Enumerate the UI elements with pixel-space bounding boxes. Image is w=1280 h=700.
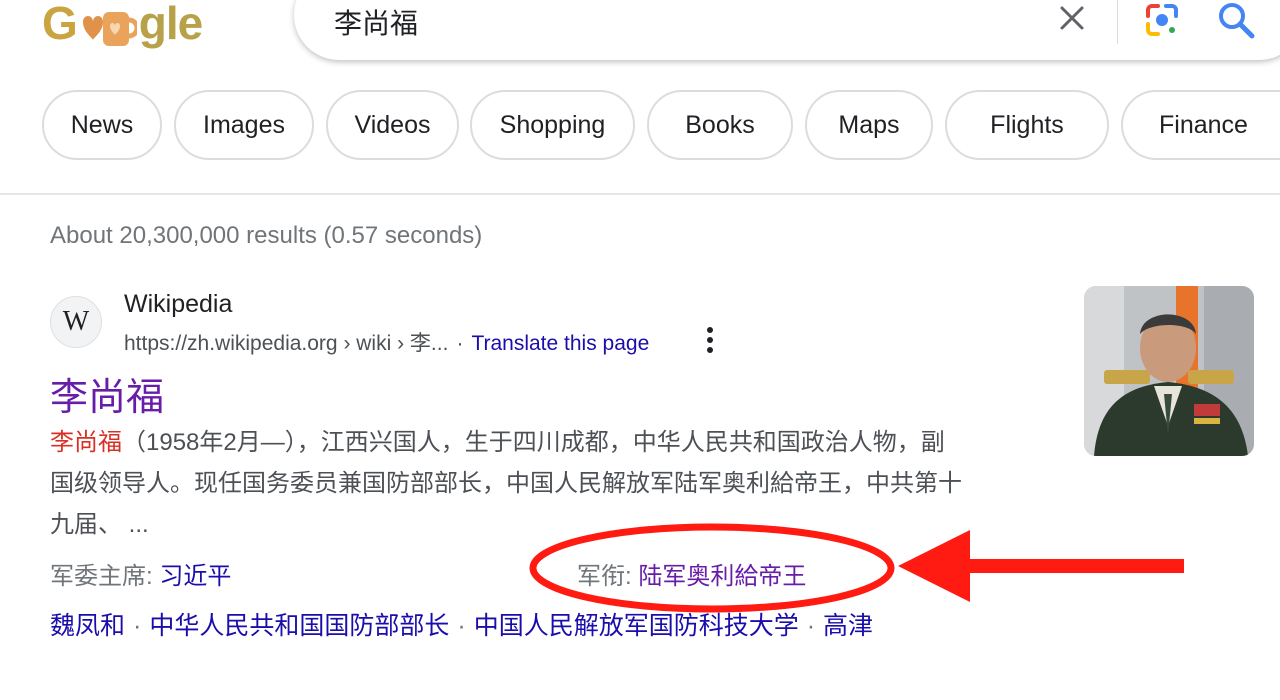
related-link[interactable]: 高津 xyxy=(823,612,873,640)
google-logo[interactable]: G gle xyxy=(42,0,203,50)
result-stats: About 20,300,000 results (0.57 seconds) xyxy=(50,222,483,249)
tab-maps[interactable]: Maps xyxy=(805,90,933,160)
result-thumbnail-image[interactable] xyxy=(1084,286,1254,456)
result-url-line: https://zh.wikipedia.org › wiki › 李... · T… xyxy=(124,327,649,357)
tab-finance[interactable]: Finance xyxy=(1121,90,1280,160)
close-icon xyxy=(1060,6,1084,30)
result-title-link[interactable]: 李尚福 xyxy=(50,366,164,421)
annotation-ellipse xyxy=(529,523,895,613)
result-url[interactable]: https://zh.wikipedia.org › wiki › 李... xyxy=(124,332,448,355)
google-lens-button[interactable] xyxy=(1142,0,1182,40)
tab-news[interactable]: News xyxy=(42,90,162,160)
camera-lens-icon xyxy=(1146,3,1178,36)
attribute-chairman: 军委主席: 习近平 xyxy=(50,556,231,591)
search-divider xyxy=(1117,0,1118,44)
logo-text-end: gle xyxy=(138,0,203,49)
result-more-options-button[interactable] xyxy=(698,322,722,358)
doodle-mug-icon xyxy=(79,6,140,50)
clear-search-button[interactable] xyxy=(1054,0,1090,36)
attribute-chairman-label: 军委主席: xyxy=(50,563,153,590)
search-submit-button[interactable] xyxy=(1214,0,1258,42)
snippet-line-2: 国级领导人。现任国务委员兼国防部部长，中国人民解放军陆军奥利給帝王，中共第十 xyxy=(50,470,962,497)
tab-flights[interactable]: Flights xyxy=(945,90,1109,160)
search-input[interactable]: 李尚福 xyxy=(334,2,418,42)
logo-text-start: G xyxy=(42,0,78,49)
related-link[interactable]: 魏凤和 xyxy=(50,612,125,640)
header-divider xyxy=(0,193,1280,195)
search-icon xyxy=(1219,3,1255,39)
result-site-name[interactable]: Wikipedia xyxy=(124,290,232,319)
snippet-line-1: （1958年2月—），江西兴国人，生于四川成都，中华人民共和国政治人物，副 xyxy=(122,429,945,456)
person-portrait-image xyxy=(1084,286,1254,456)
tab-images[interactable]: Images xyxy=(174,90,314,160)
related-separator: · xyxy=(806,612,816,640)
related-separator: · xyxy=(457,612,466,640)
tab-videos[interactable]: Videos xyxy=(326,90,459,160)
wikipedia-favicon-icon: W xyxy=(50,296,102,348)
attribute-chairman-link[interactable]: 习近平 xyxy=(159,563,231,590)
related-link[interactable]: 中国人民解放军国防科技大学 xyxy=(474,612,799,640)
annotation-arrow-icon xyxy=(898,530,1184,602)
translate-page-link[interactable]: Translate this page xyxy=(471,332,649,355)
related-link[interactable]: 中华人民共和国国防部部长 xyxy=(149,612,449,640)
related-separator: · xyxy=(133,612,142,640)
more-vert-icon xyxy=(707,327,713,353)
snippet-highlight: 李尚福 xyxy=(50,429,122,456)
tab-shopping[interactable]: Shopping xyxy=(470,90,635,160)
url-separator: · xyxy=(456,332,464,355)
search-box[interactable] xyxy=(294,0,1280,60)
search-tabs: News Images Videos Shopping Books Maps F… xyxy=(0,90,1280,164)
tab-books[interactable]: Books xyxy=(647,90,793,160)
